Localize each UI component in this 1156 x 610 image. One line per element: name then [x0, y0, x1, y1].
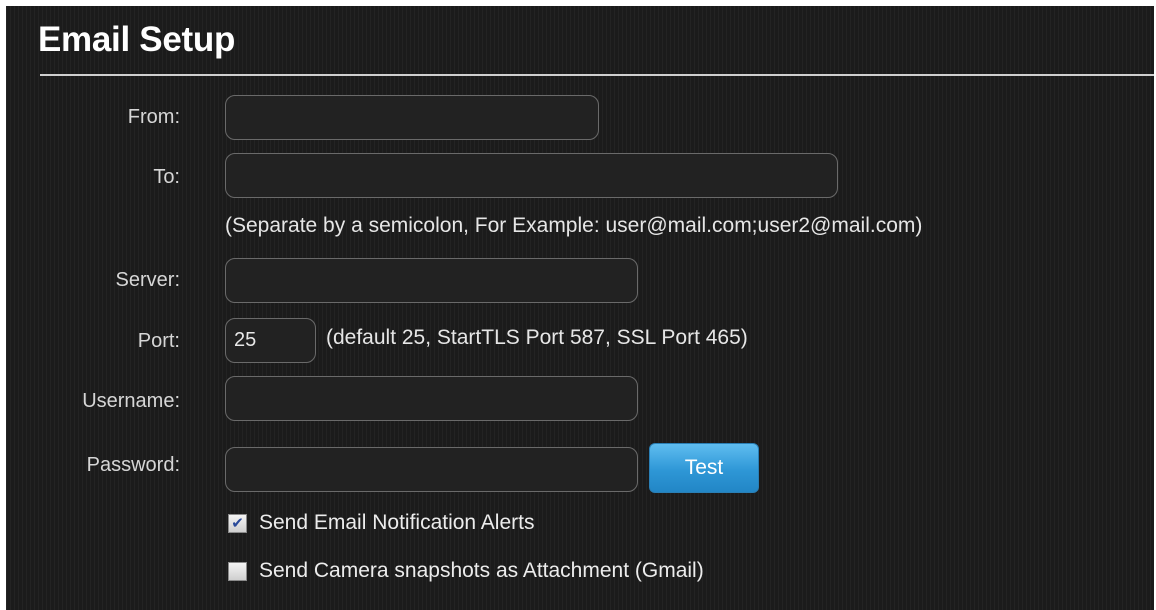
to-field[interactable] [225, 153, 838, 198]
server-label: Server: [115, 269, 180, 291]
port-field[interactable] [225, 318, 316, 363]
username-field[interactable] [225, 376, 638, 421]
snapshots-attachment-option[interactable]: Send Camera snapshots as Attachment (Gma… [228, 559, 704, 583]
test-button[interactable]: Test [649, 443, 759, 493]
notification-alerts-label: Send Email Notification Alerts [259, 511, 535, 534]
username-label: Username: [82, 390, 180, 412]
password-field[interactable] [225, 447, 638, 492]
notification-alerts-option[interactable]: ✔ Send Email Notification Alerts [228, 511, 534, 535]
to-hint: (Separate by a semicolon, For Example: u… [225, 214, 923, 237]
from-field[interactable] [225, 95, 599, 140]
snapshots-attachment-label: Send Camera snapshots as Attachment (Gma… [259, 559, 704, 582]
password-label: Password: [86, 454, 180, 476]
notification-alerts-checkbox[interactable]: ✔ [228, 513, 247, 533]
snapshots-attachment-checkbox[interactable] [228, 561, 247, 581]
email-setup-panel: Email Setup From: To: (Separate by a sem… [6, 6, 1154, 610]
to-label: To: [153, 166, 180, 188]
port-hint: (default 25, StartTLS Port 587, SSL Port… [326, 326, 748, 349]
title-divider [40, 74, 1154, 76]
page-title: Email Setup [38, 20, 236, 59]
from-label: From: [127, 106, 180, 128]
server-field[interactable] [225, 258, 638, 303]
port-label: Port: [137, 330, 180, 352]
